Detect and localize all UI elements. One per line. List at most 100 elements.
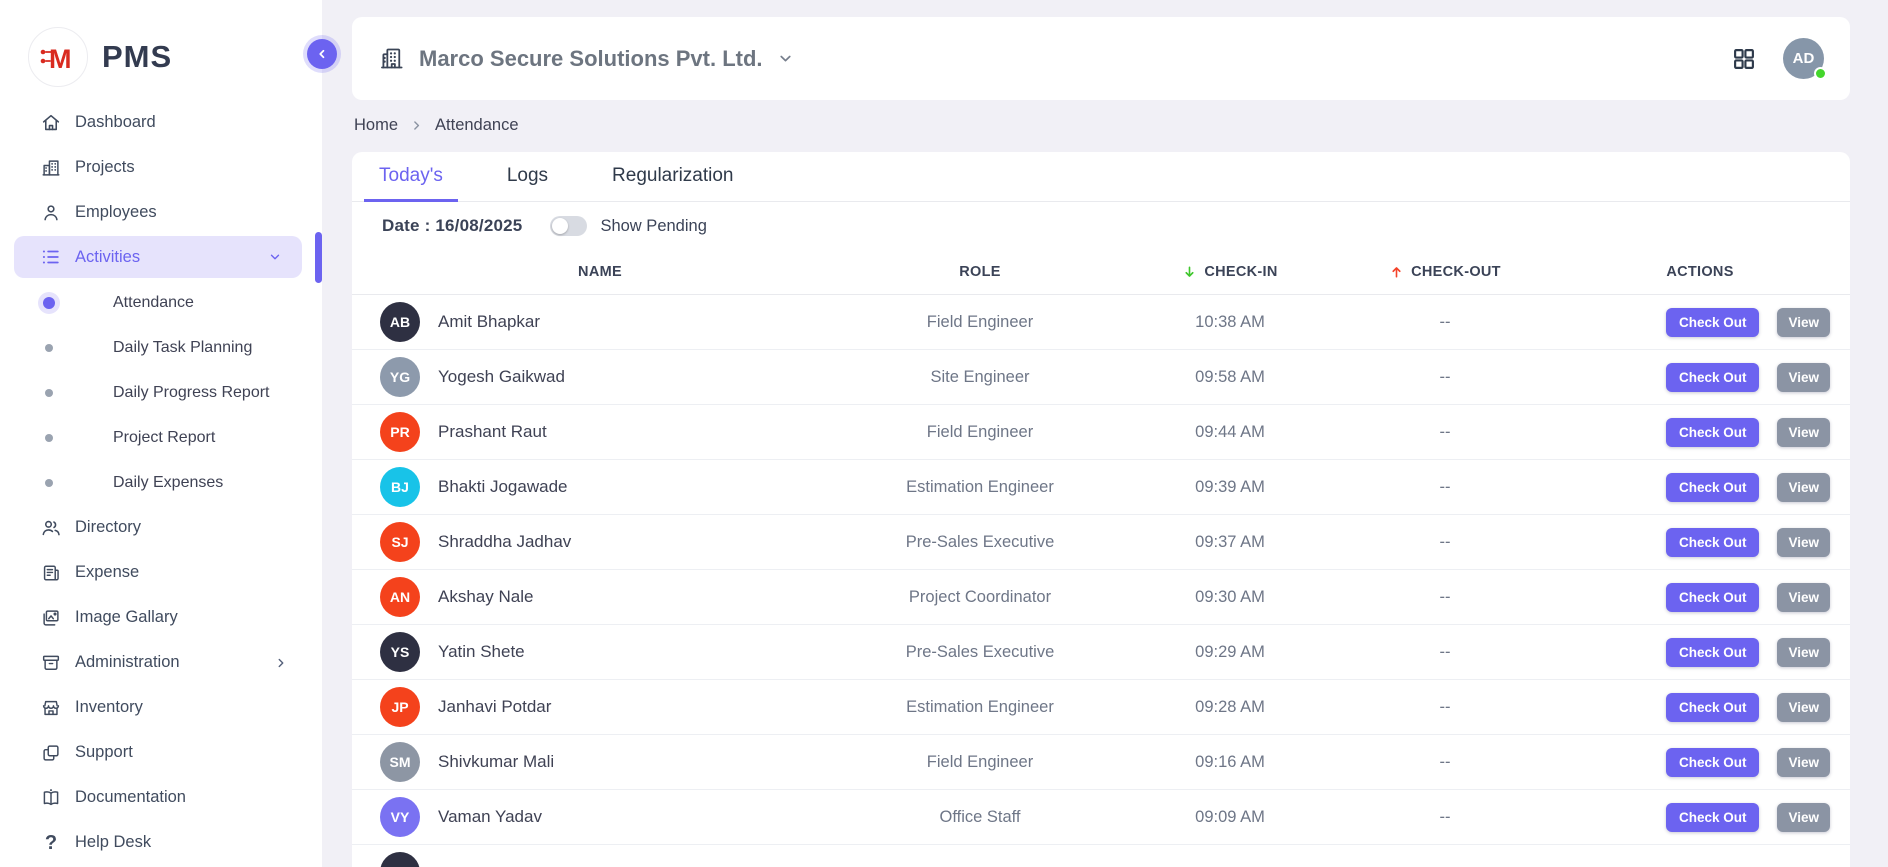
column-header-checkout[interactable]: CHECK-OUT bbox=[1330, 250, 1560, 294]
check-out-button[interactable]: Check Out bbox=[1666, 528, 1760, 557]
view-button[interactable]: View bbox=[1777, 803, 1830, 832]
check-out-button[interactable]: Check Out bbox=[1666, 473, 1760, 502]
sidebar-item-label: Image Gallary bbox=[75, 608, 178, 627]
view-button[interactable]: View bbox=[1777, 363, 1830, 392]
table-header: NAME ROLE CHECK-IN CHECK-OUT ACTIONS bbox=[352, 250, 1850, 295]
sidebar-item-documentation[interactable]: Documentation bbox=[0, 775, 322, 820]
view-button[interactable]: View bbox=[1777, 693, 1830, 722]
sidebar-item-help-desk[interactable]: ?Help Desk bbox=[0, 820, 322, 865]
chevron-right-icon bbox=[410, 119, 423, 132]
sidebar-item-inventory[interactable]: Inventory bbox=[0, 685, 322, 730]
check-out-button[interactable]: Check Out bbox=[1666, 308, 1760, 337]
tab-todays[interactable]: Today's bbox=[364, 152, 458, 202]
sidebar-collapse-button[interactable] bbox=[307, 39, 337, 69]
check-out-time: -- bbox=[1330, 643, 1560, 662]
tab-bar: Today's Logs Regularization bbox=[352, 152, 1850, 202]
avatar bbox=[380, 852, 420, 867]
check-out-button[interactable]: Check Out bbox=[1666, 803, 1760, 832]
apps-grid-icon[interactable] bbox=[1731, 46, 1757, 72]
check-in-time: 09:44 AM bbox=[1130, 423, 1330, 442]
employee-role: Field Engineer bbox=[830, 313, 1130, 332]
sidebar-subitem-project-report[interactable]: Project Report bbox=[0, 415, 322, 460]
sidebar-subitem-daily-progress-report[interactable]: Daily Progress Report bbox=[0, 370, 322, 415]
view-button[interactable]: View bbox=[1777, 748, 1830, 777]
chevron-down-icon bbox=[268, 250, 282, 264]
user-initials: AD bbox=[1793, 50, 1815, 67]
sidebar-item-projects[interactable]: Projects bbox=[0, 145, 322, 190]
check-out-button[interactable]: Check Out bbox=[1666, 693, 1760, 722]
table-row: BJ Bhakti Jogawade Estimation Engineer 0… bbox=[352, 460, 1850, 515]
employee-name: Shivkumar Mali bbox=[438, 752, 554, 772]
sidebar-item-administration[interactable]: Administration bbox=[0, 640, 322, 685]
sidebar-item-label: Activities bbox=[75, 248, 140, 267]
employee-name: Amit Bhapkar bbox=[438, 312, 540, 332]
attendance-card: Today's Logs Regularization Date : 16/08… bbox=[352, 152, 1850, 867]
employee-name: Shraddha Jadhav bbox=[438, 532, 571, 552]
sidebar-item-activities[interactable]: Activities bbox=[14, 236, 302, 278]
sidebar-subitem-daily-task-planning[interactable]: Daily Task Planning bbox=[0, 325, 322, 370]
sidebar-item-expense[interactable]: Expense bbox=[0, 550, 322, 595]
check-out-time: -- bbox=[1330, 698, 1560, 717]
breadcrumb-current: Attendance bbox=[435, 116, 518, 135]
book-icon bbox=[40, 787, 62, 809]
check-out-button[interactable]: Check Out bbox=[1666, 418, 1760, 447]
tab-logs[interactable]: Logs bbox=[492, 152, 563, 202]
table-row: YG Yogesh Gaikwad Site Engineer 09:58 AM… bbox=[352, 350, 1850, 405]
attendance-table-body: AB Amit Bhapkar Field Engineer 10:38 AM … bbox=[352, 295, 1850, 867]
check-in-time: 09:30 AM bbox=[1130, 588, 1330, 607]
list-icon bbox=[40, 246, 62, 268]
check-out-button[interactable]: Check Out bbox=[1666, 748, 1760, 777]
app-logo: M PMS bbox=[0, 0, 322, 96]
sidebar-item-image-gallary[interactable]: Image Gallary bbox=[0, 595, 322, 640]
view-button[interactable]: View bbox=[1777, 583, 1830, 612]
employee-role: Estimation Engineer bbox=[830, 478, 1130, 497]
view-button[interactable]: View bbox=[1777, 418, 1830, 447]
employee-role: Pre-Sales Executive bbox=[830, 533, 1130, 552]
check-out-time: -- bbox=[1330, 588, 1560, 607]
check-out-button[interactable]: Check Out bbox=[1666, 363, 1760, 392]
view-button[interactable]: View bbox=[1777, 528, 1830, 557]
employee-name: Akshay Nale bbox=[438, 587, 533, 607]
check-in-time: 09:09 AM bbox=[1130, 808, 1330, 827]
tab-regularization[interactable]: Regularization bbox=[597, 152, 748, 202]
sidebar-item-employees[interactable]: Employees bbox=[0, 190, 322, 235]
sidebar-subitem-attendance[interactable]: Attendance bbox=[0, 280, 322, 325]
avatar: YG bbox=[380, 357, 420, 397]
sidebar-item-support[interactable]: Support bbox=[0, 730, 322, 775]
employee-name: Yatin Shete bbox=[438, 642, 525, 662]
column-header-role: ROLE bbox=[830, 250, 1130, 294]
view-button[interactable]: View bbox=[1777, 308, 1830, 337]
company-selector[interactable]: Marco Secure Solutions Pvt. Ltd. bbox=[378, 45, 794, 72]
check-in-time: 09:58 AM bbox=[1130, 368, 1330, 387]
show-pending-toggle[interactable] bbox=[550, 216, 587, 236]
top-bar: Marco Secure Solutions Pvt. Ltd. AD bbox=[352, 17, 1850, 100]
view-button[interactable]: View bbox=[1777, 473, 1830, 502]
sidebar-subitem-daily-expenses[interactable]: Daily Expenses bbox=[0, 460, 322, 505]
view-button[interactable]: View bbox=[1777, 638, 1830, 667]
sidebar-item-dashboard[interactable]: Dashboard bbox=[0, 100, 322, 145]
column-header-actions: ACTIONS bbox=[1560, 250, 1840, 294]
gallery-icon bbox=[40, 607, 62, 629]
check-out-time: -- bbox=[1330, 313, 1560, 332]
check-out-time: -- bbox=[1330, 808, 1560, 827]
active-item-indicator bbox=[315, 232, 322, 283]
check-out-button[interactable]: Check Out bbox=[1666, 638, 1760, 667]
sidebar-item-label: Inventory bbox=[75, 698, 143, 717]
sort-down-icon bbox=[1182, 264, 1197, 280]
svg-text:M: M bbox=[49, 44, 72, 73]
employee-role: Estimation Engineer bbox=[830, 698, 1130, 717]
toggle-knob bbox=[552, 218, 568, 234]
avatar: PR bbox=[380, 412, 420, 452]
sidebar-item-label: Expense bbox=[75, 563, 139, 582]
sidebar-subitem-label: Attendance bbox=[113, 294, 194, 312]
company-name: Marco Secure Solutions Pvt. Ltd. bbox=[419, 46, 763, 72]
check-out-button[interactable]: Check Out bbox=[1666, 583, 1760, 612]
sidebar-item-directory[interactable]: Directory bbox=[0, 505, 322, 550]
user-avatar[interactable]: AD bbox=[1783, 38, 1824, 79]
online-status-dot bbox=[1814, 67, 1827, 80]
column-header-checkin[interactable]: CHECK-IN bbox=[1130, 250, 1330, 294]
table-row: SM Shivkumar Mali Field Engineer 09:16 A… bbox=[352, 735, 1850, 790]
breadcrumb-home[interactable]: Home bbox=[354, 116, 398, 135]
people-icon bbox=[40, 517, 62, 539]
sidebar-item-label: Projects bbox=[75, 158, 135, 177]
